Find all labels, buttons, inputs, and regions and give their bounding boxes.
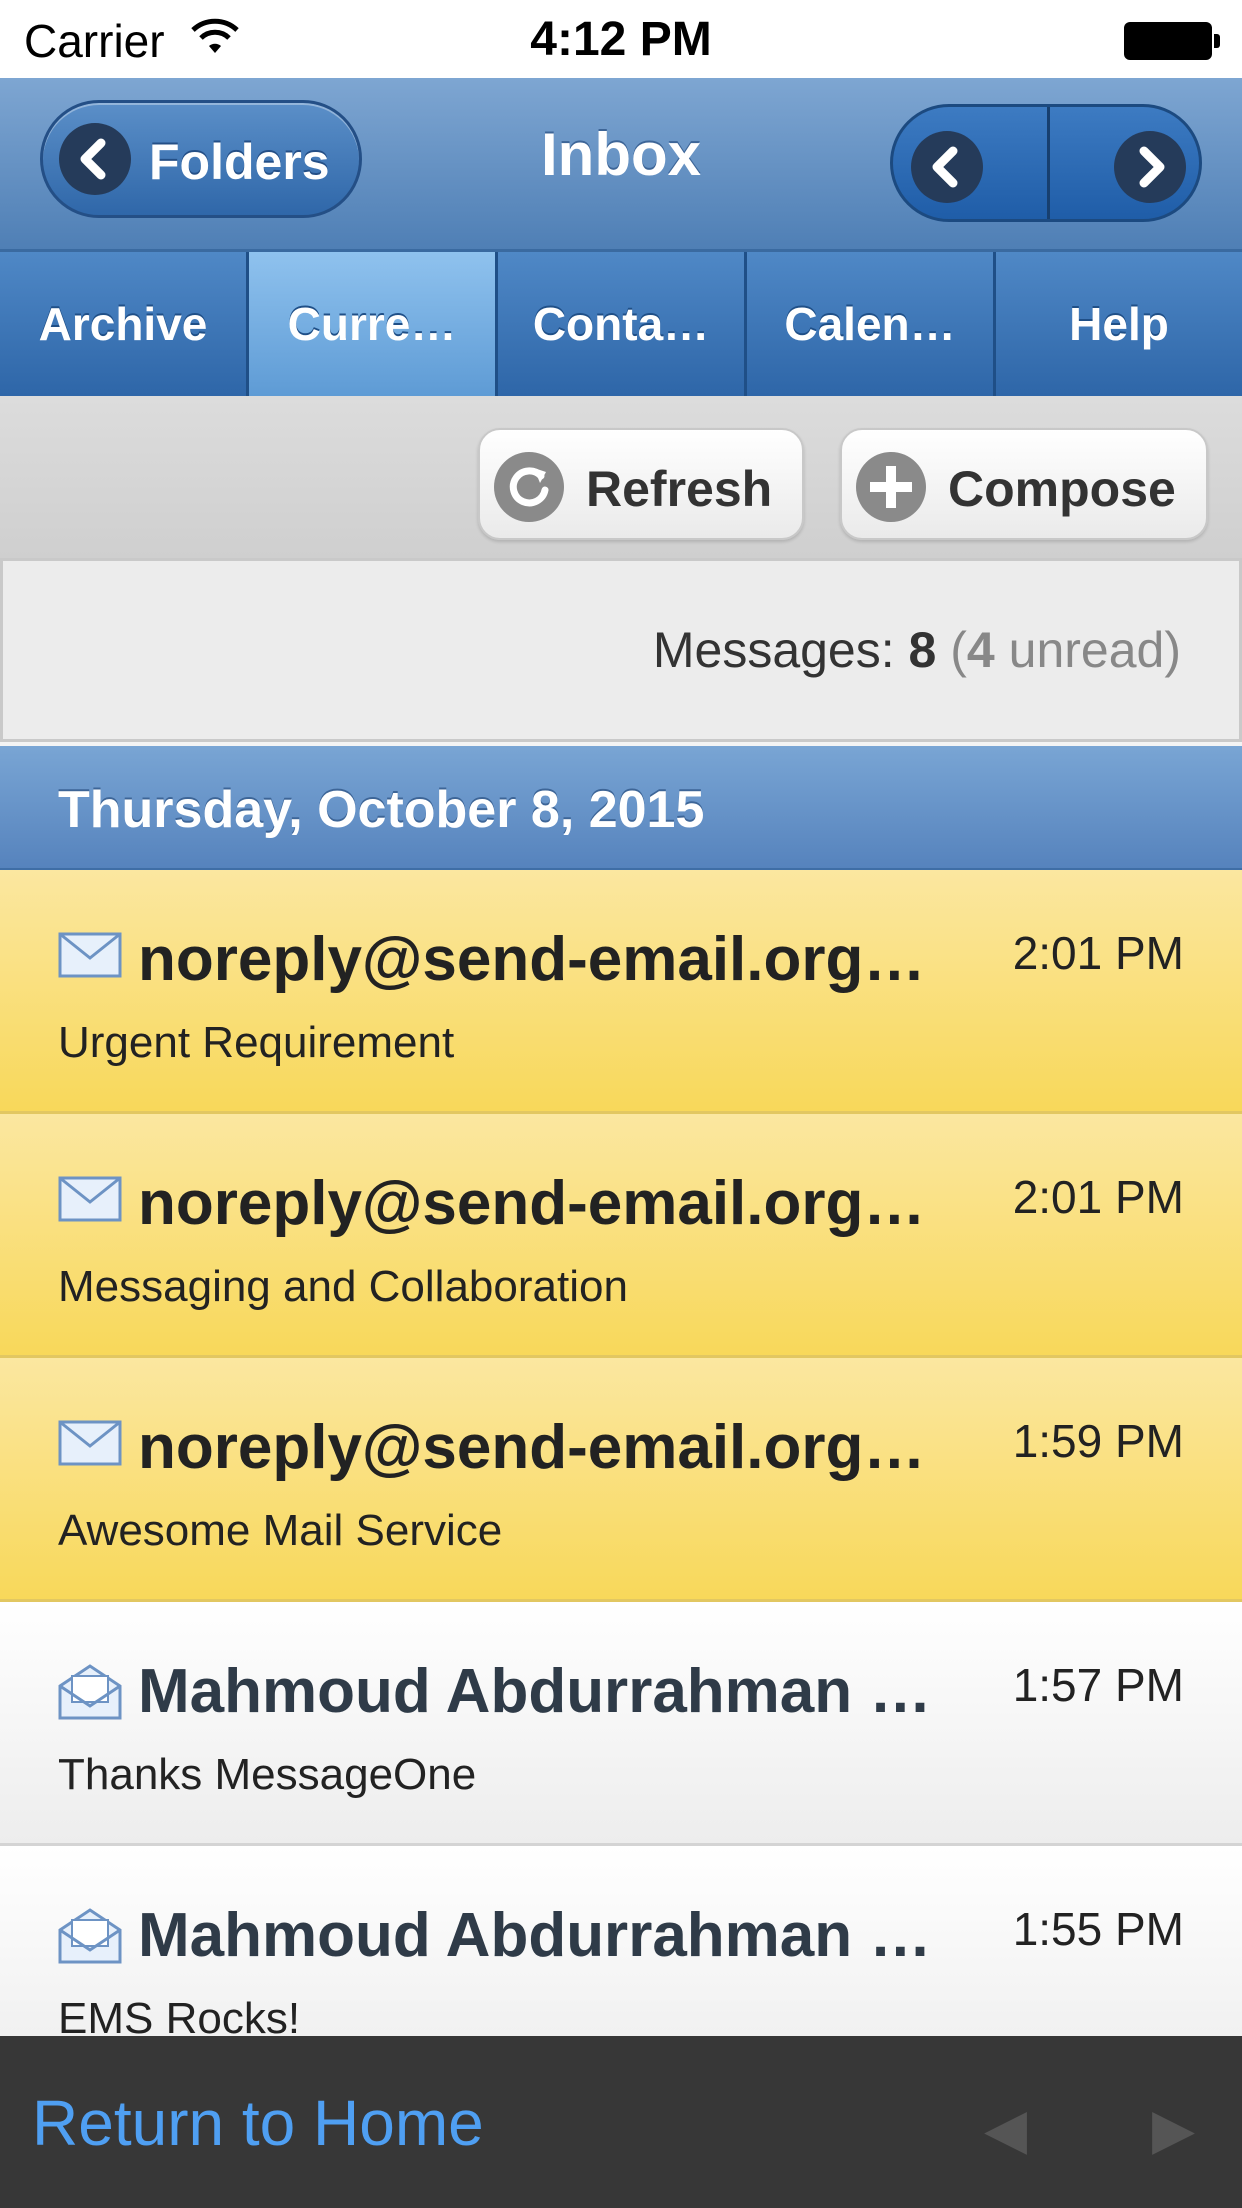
tab-current[interactable]: Curre… xyxy=(249,252,498,396)
tab-archive[interactable]: Archive xyxy=(0,252,249,396)
message-time: 2:01 PM xyxy=(1012,1171,1184,1223)
envelope-closed-icon xyxy=(58,932,122,983)
date-label: Thursday, October 8, 2015 xyxy=(58,781,705,839)
message-subject: Awesome Mail Service xyxy=(58,1506,503,1555)
next-button[interactable] xyxy=(1050,107,1199,219)
message-sender: noreply@send-email.org … xyxy=(138,1413,938,1482)
message-time: 1:57 PM xyxy=(1012,1659,1184,1711)
status-bar: Carrier 4:12 PM xyxy=(0,0,1242,78)
message-sender: Mahmoud Abdurrahman … xyxy=(138,1657,932,1726)
compose-button[interactable]: Compose xyxy=(840,428,1208,540)
message-subject: Messaging and Collaboration xyxy=(58,1262,628,1311)
message-list: noreply@send-email.org … 2:01 PM Urgent … xyxy=(0,870,1242,2090)
envelope-open-icon xyxy=(58,1664,122,1725)
refresh-icon xyxy=(494,452,564,522)
compose-label: Compose xyxy=(948,461,1176,517)
total-count: 8 xyxy=(908,622,937,678)
message-subject: Thanks MessageOne xyxy=(58,1750,477,1799)
summary-close-paren: ) xyxy=(1164,622,1181,678)
unread-word: unread xyxy=(1008,622,1165,678)
message-time: 2:01 PM xyxy=(1012,927,1184,979)
bottom-toolbar: Return to Home ◀ ▶ xyxy=(0,2036,1242,2208)
summary-prefix: Messages: xyxy=(652,622,895,678)
return-home-link[interactable]: Return to Home xyxy=(32,2086,484,2160)
chevron-left-icon xyxy=(911,131,983,203)
message-row[interactable]: noreply@send-email.org … 1:59 PM Awesome… xyxy=(0,1358,1242,1602)
back-arrow-icon[interactable]: ◀ xyxy=(984,2096,1027,2162)
status-time: 4:12 PM xyxy=(530,13,712,66)
message-nav-group xyxy=(890,104,1202,222)
plus-icon xyxy=(856,452,926,522)
unread-count: 4 xyxy=(966,622,995,678)
message-subject: Urgent Requirement xyxy=(58,1018,455,1067)
tab-bar: Archive Curre… Conta… Calen… Help xyxy=(0,252,1242,396)
tab-contacts[interactable]: Conta… xyxy=(498,252,747,396)
envelope-closed-icon xyxy=(58,1420,122,1471)
message-sender: Mahmoud Abdurrahman … xyxy=(138,1901,932,1970)
message-sender: noreply@send-email.org … xyxy=(138,1169,938,1238)
forward-arrow-icon[interactable]: ▶ xyxy=(1152,2096,1195,2162)
refresh-button[interactable]: Refresh xyxy=(478,428,804,540)
message-row[interactable]: Mahmoud Abdurrahman … 1:57 PM Thanks Mes… xyxy=(0,1602,1242,1846)
tab-calendar[interactable]: Calen… xyxy=(747,252,996,396)
message-summary: Messages: 8 (4 unread) xyxy=(0,558,1242,742)
refresh-label: Refresh xyxy=(586,461,773,517)
action-toolbar: Refresh Compose xyxy=(0,396,1242,558)
message-row[interactable]: noreply@send-email.org … 2:01 PM Urgent … xyxy=(0,870,1242,1114)
tab-help[interactable]: Help xyxy=(996,252,1242,396)
message-count-text: Messages: 8 (4 unread) xyxy=(653,621,1181,679)
chevron-right-icon xyxy=(1114,131,1186,203)
envelope-open-icon xyxy=(58,1908,122,1969)
summary-open-paren: ( xyxy=(950,622,967,678)
message-time: 1:59 PM xyxy=(1012,1415,1184,1467)
battery-icon xyxy=(1124,22,1220,60)
app-header: Folders Inbox xyxy=(0,78,1242,252)
date-group-header: Thursday, October 8, 2015 xyxy=(0,746,1242,870)
envelope-closed-icon xyxy=(58,1176,122,1227)
message-row[interactable]: noreply@send-email.org … 2:01 PM Messagi… xyxy=(0,1114,1242,1358)
previous-button[interactable] xyxy=(893,107,1047,219)
message-time: 1:55 PM xyxy=(1012,1903,1184,1955)
message-sender: noreply@send-email.org … xyxy=(138,925,938,994)
